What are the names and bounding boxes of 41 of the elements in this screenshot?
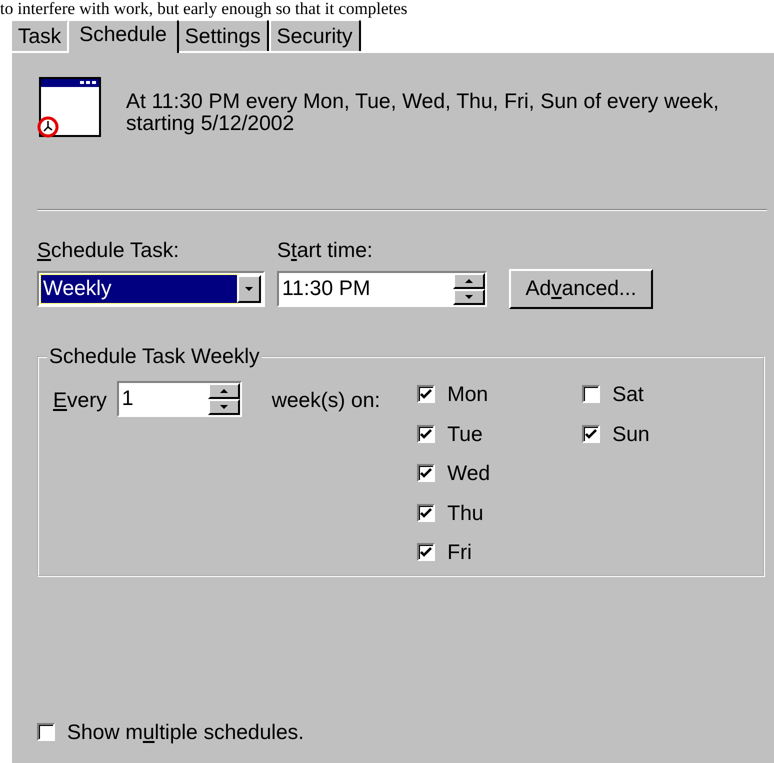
- start-time-label: Start time:: [277, 239, 374, 263]
- schedule-dropdown[interactable]: Weekly: [37, 271, 265, 307]
- advanced-button[interactable]: Advanced...: [509, 269, 653, 309]
- day-label: Sun: [612, 422, 650, 446]
- spin-down-button[interactable]: [208, 399, 240, 415]
- every-label: Every: [53, 389, 107, 413]
- down-arrow-icon: [465, 295, 473, 299]
- checkbox[interactable]: [417, 464, 436, 482]
- tab[interactable]: Security: [268, 19, 361, 51]
- schedule-task-label: Schedule Task:: [37, 239, 180, 263]
- tab[interactable]: Schedule: [67, 19, 179, 53]
- tab[interactable]: Task: [10, 19, 70, 51]
- group-title: Schedule Task Weekly: [48, 345, 261, 369]
- spin-down-button[interactable]: [453, 289, 485, 305]
- checkbox[interactable]: [417, 385, 436, 403]
- checkbox[interactable]: [417, 543, 436, 561]
- dropdown-arrow-icon: [245, 287, 253, 291]
- checkbox[interactable]: [417, 504, 436, 522]
- scheduled-window-icon: [37, 77, 101, 139]
- down-arrow-icon: [220, 405, 228, 409]
- weeks-on-label: week(s) on:: [272, 389, 380, 413]
- checkbox[interactable]: [582, 385, 600, 403]
- start-time-field[interactable]: 11:30 PM: [277, 271, 487, 307]
- show-multiple-label: Show multiple schedules.: [67, 721, 304, 745]
- week-interval-field[interactable]: 1: [116, 381, 242, 417]
- tab[interactable]: Settings: [176, 19, 269, 51]
- checkbox[interactable]: [582, 424, 600, 442]
- day-label: Wed: [447, 462, 490, 486]
- schedule-summary: At 11:30 PM every Mon, Tue, Wed, Thu, Fri, Sun of every week, starting 5/12/2002: [126, 91, 720, 135]
- up-arrow-icon: [465, 279, 473, 283]
- day-label: Mon: [447, 383, 488, 407]
- checkbox[interactable]: [37, 723, 55, 741]
- day-label: Sat: [612, 383, 644, 407]
- day-label: Tue: [447, 422, 483, 446]
- day-label: Fri: [447, 541, 472, 565]
- day-label: Thu: [447, 502, 484, 526]
- spin-up-button[interactable]: [208, 383, 240, 399]
- checkbox[interactable]: [417, 424, 436, 442]
- up-arrow-icon: [220, 389, 228, 393]
- body-text: to interfere with work, but early enough so that it completes: [0, 0, 408, 17]
- spin-up-button[interactable]: [453, 273, 485, 289]
